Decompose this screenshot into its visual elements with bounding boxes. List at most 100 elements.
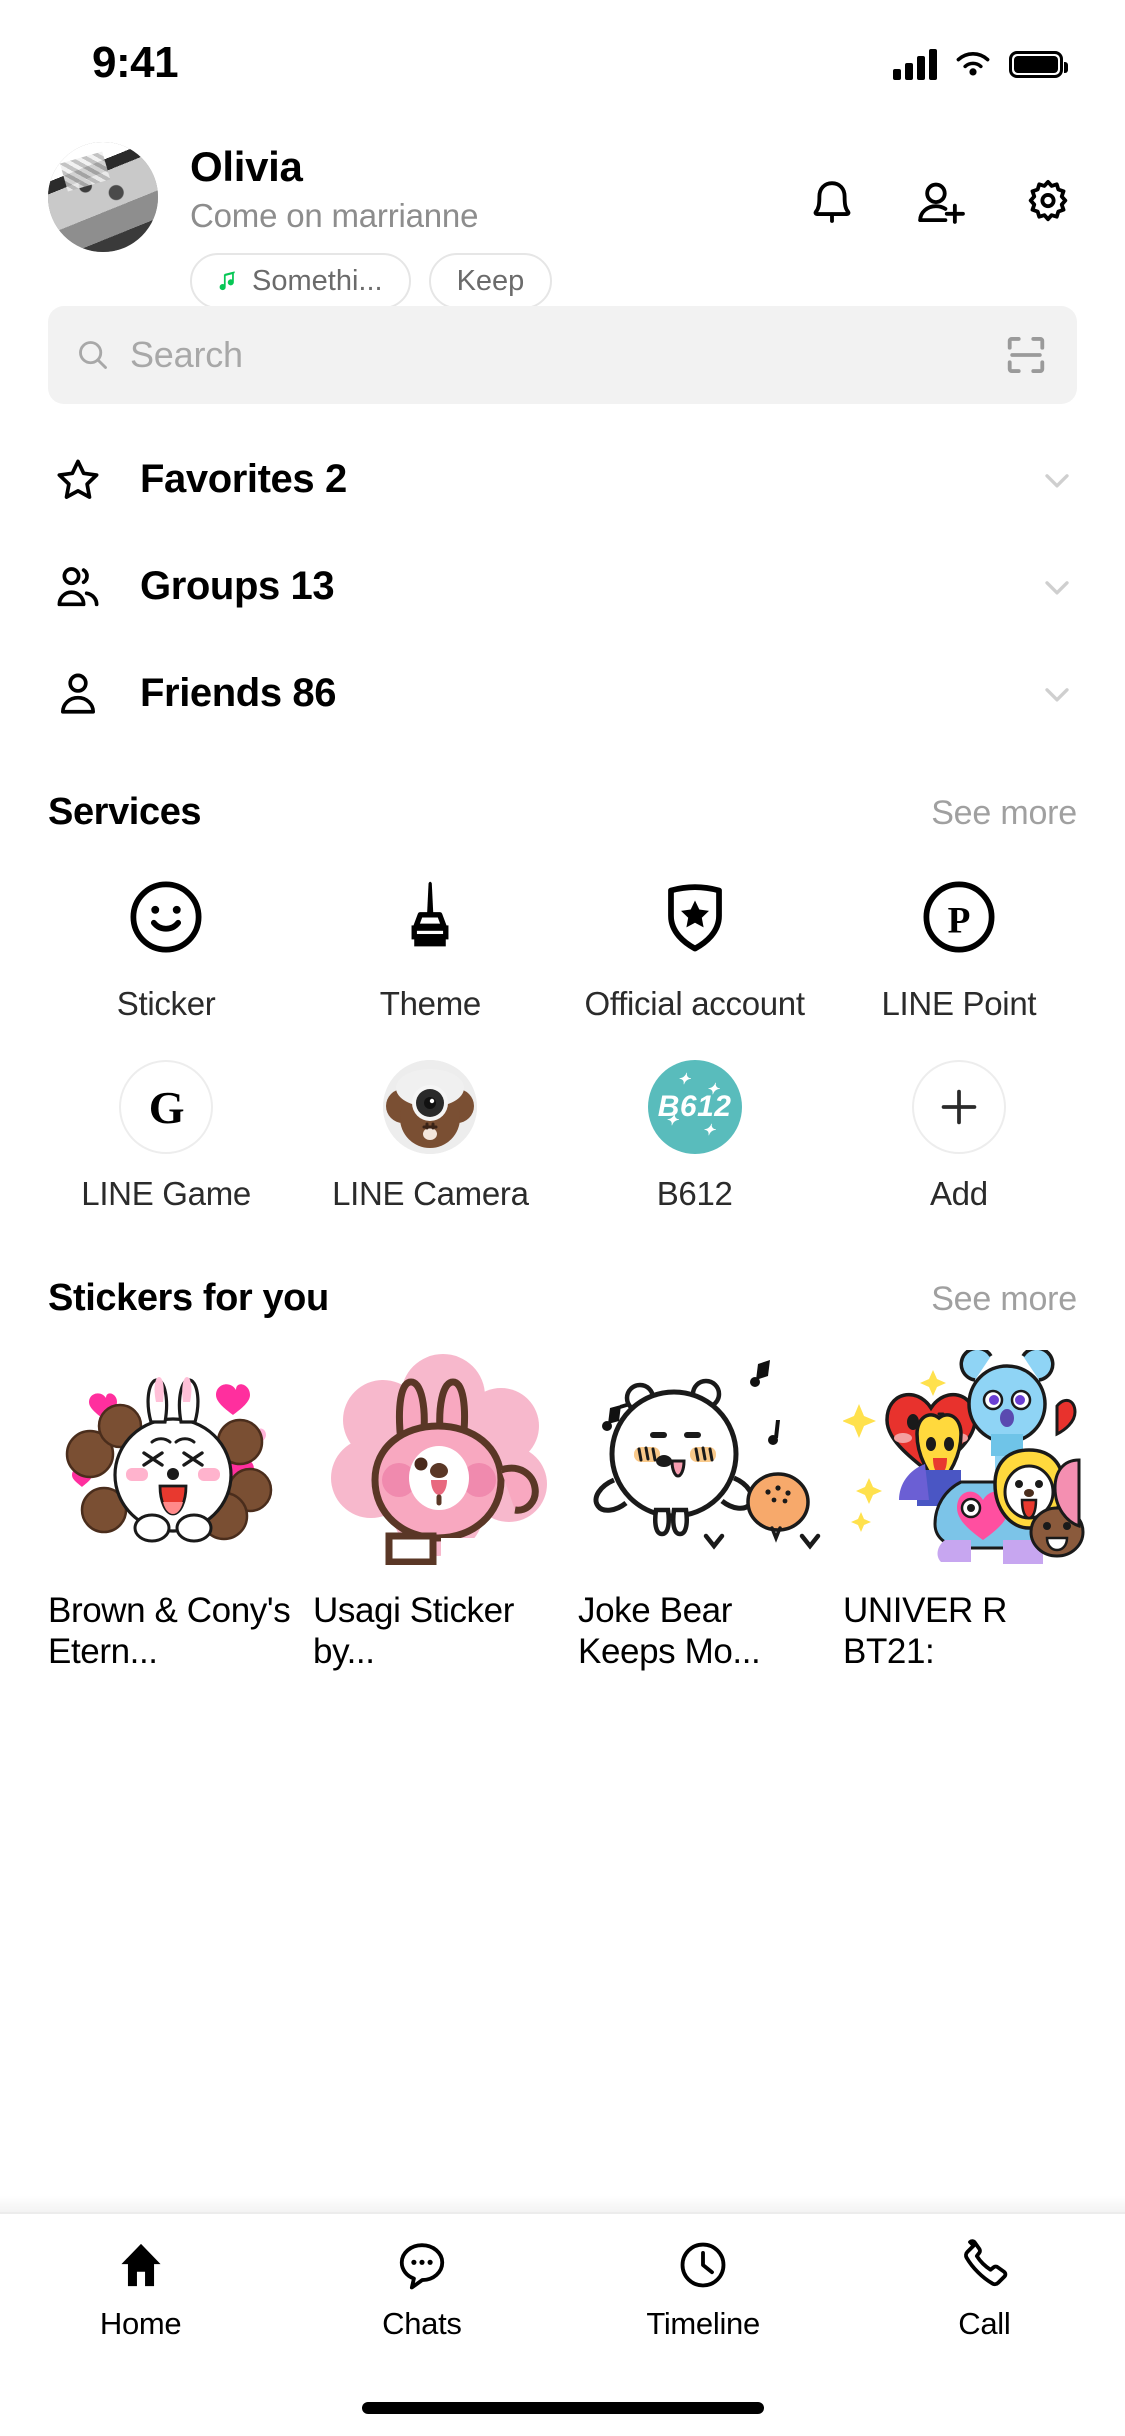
category-label: Friends 86 (140, 671, 336, 716)
service-add[interactable]: Add (827, 1060, 1091, 1214)
stickers-see-more[interactable]: See more (931, 1280, 1077, 1319)
phone-icon (955, 2236, 1013, 2294)
keep-chip[interactable]: Keep (429, 253, 553, 309)
profile-header[interactable]: Olivia Come on marrianne Somethi... Keep (0, 116, 1125, 288)
status-bar-time: 9:41 (92, 38, 178, 88)
sticker-card[interactable]: Usagi Sticker by... (305, 1348, 570, 1673)
avatar[interactable] (48, 142, 158, 252)
person-icon (52, 668, 104, 720)
services-header: Services See more (0, 791, 1125, 834)
bt21-characters-group (835, 1348, 1100, 1568)
plus-icon (912, 1060, 1006, 1154)
cellular-signal-icon (893, 48, 937, 80)
home-icon (112, 2236, 170, 2294)
smiley-face-icon (119, 870, 213, 964)
notification-bell-icon[interactable] (805, 176, 859, 230)
add-friend-icon[interactable] (913, 176, 967, 230)
b612-icon: ✦ ✦ ✦ ✦ B612 (648, 1060, 742, 1154)
tab-label: Chats (382, 2306, 461, 2342)
chevron-down-icon[interactable] (1037, 567, 1077, 607)
settings-gear-icon[interactable] (1021, 176, 1075, 230)
service-label: LINE Camera (332, 1174, 529, 1214)
sticker-name: Brown & Cony's Etern... (40, 1590, 305, 1673)
chat-bubble-icon (393, 2236, 451, 2294)
tab-chats[interactable]: Chats (281, 2236, 562, 2376)
battery-icon (1009, 51, 1063, 78)
service-sticker[interactable]: Sticker (34, 870, 298, 1024)
tab-call[interactable]: Call (844, 2236, 1125, 2376)
service-label: Add (930, 1174, 988, 1214)
cony-rabbit-with-bears-and-hearts (40, 1348, 305, 1568)
stickers-carousel[interactable]: Brown & Cony's Etern... (0, 1348, 1125, 1673)
service-label: B612 (657, 1174, 733, 1214)
shield-star-icon (648, 870, 742, 964)
services-see-more[interactable]: See more (931, 794, 1077, 833)
search-section: Search (0, 288, 1125, 404)
status-bar: 9:41 (0, 0, 1125, 116)
service-label: LINE Game (81, 1174, 251, 1214)
services-section: Services See more Sticker (0, 791, 1125, 1215)
search-input[interactable]: Search (48, 306, 1077, 404)
sidebar-item-favorites[interactable]: Favorites 2 (48, 426, 1077, 533)
line-game-letter: G (149, 1081, 184, 1134)
paintbrush-icon (383, 870, 477, 964)
groups-icon (52, 561, 104, 613)
sticker-card[interactable]: Joke Bear Keeps Mo... (570, 1348, 835, 1673)
chevron-down-icon[interactable] (1037, 674, 1077, 714)
tabbar-shadow (0, 2196, 1125, 2212)
white-bear-with-music-notes-and-chick (570, 1348, 835, 1568)
sidebar-item-groups[interactable]: Groups 13 (48, 533, 1077, 640)
service-line-game[interactable]: G LINE Game (34, 1060, 298, 1214)
chevron-down-icon[interactable] (1037, 460, 1077, 500)
stickers-section: Stickers for you See more (0, 1277, 1125, 1673)
music-note-icon (214, 267, 242, 295)
services-title: Services (48, 791, 201, 834)
service-label: LINE Point (882, 984, 1037, 1024)
sticker-name: Usagi Sticker by... (305, 1590, 570, 1673)
tab-label: Home (100, 2306, 182, 2342)
service-line-point[interactable]: P LINE Point (827, 870, 1091, 1024)
wifi-icon (953, 49, 993, 79)
service-theme[interactable]: Theme (298, 870, 562, 1024)
star-icon (52, 454, 104, 506)
home-indicator (362, 2402, 764, 2414)
profile-text: Olivia Come on marrianne Somethi... Keep (190, 142, 805, 309)
service-official-account[interactable]: Official account (563, 870, 827, 1024)
qr-scan-icon[interactable] (1003, 332, 1049, 378)
category-label: Favorites 2 (140, 457, 347, 502)
tab-label: Timeline (646, 2306, 760, 2342)
sticker-card[interactable]: UNIVER R BT21: (835, 1348, 1100, 1673)
sticker-name: UNIVER R BT21: (835, 1590, 1100, 1673)
tab-label: Call (958, 2306, 1010, 2342)
search-icon (74, 336, 112, 374)
tabbar-items: Home Chats Timeline (0, 2214, 1125, 2376)
search-placeholder: Search (130, 334, 243, 376)
music-status-chip[interactable]: Somethi... (190, 253, 411, 309)
stickers-title: Stickers for you (48, 1277, 329, 1320)
service-b612[interactable]: ✦ ✦ ✦ ✦ B612 B612 (563, 1060, 827, 1214)
services-grid: Sticker Theme Official account (0, 870, 1125, 1215)
service-line-camera[interactable]: LINE Camera (298, 1060, 562, 1214)
svg-text:P: P (947, 900, 970, 941)
service-label: Sticker (117, 984, 216, 1024)
bottom-tabbar: Home Chats Timeline (0, 2212, 1125, 2436)
music-chip-label: Somethi... (252, 265, 383, 298)
profile-status-message: Come on marrianne (190, 197, 805, 235)
sidebar-item-friends[interactable]: Friends 86 (48, 640, 1077, 747)
profile-chips: Somethi... Keep (190, 253, 805, 309)
stickers-header: Stickers for you See more (0, 1277, 1125, 1320)
clock-icon (674, 2236, 732, 2294)
tab-timeline[interactable]: Timeline (563, 2236, 844, 2376)
service-label: Theme (380, 984, 481, 1024)
tab-home[interactable]: Home (0, 2236, 281, 2376)
line-game-g-icon: G (119, 1060, 213, 1154)
service-label: Official account (585, 984, 805, 1024)
sticker-card[interactable]: Brown & Cony's Etern... (40, 1348, 305, 1673)
pink-usagi-rabbit (305, 1348, 570, 1568)
friend-categories: Favorites 2 Groups 13 Friends 86 (0, 404, 1125, 747)
header-actions (805, 176, 1075, 230)
sticker-name: Joke Bear Keeps Mo... (570, 1590, 835, 1673)
point-p-icon: P (912, 870, 1006, 964)
status-bar-indicators (893, 48, 1063, 80)
page-title: Olivia (190, 144, 805, 189)
